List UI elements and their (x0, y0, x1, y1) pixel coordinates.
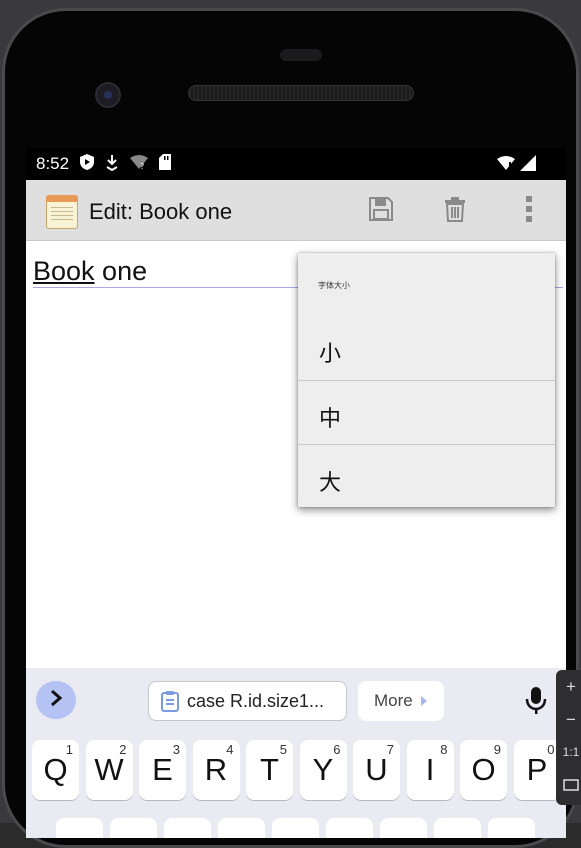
key-t[interactable]: T5 (246, 740, 293, 800)
key-i[interactable]: I8 (406, 740, 454, 800)
key-letter: W (94, 752, 124, 787)
expand-toolbar-button[interactable] (36, 681, 76, 719)
key-letter: U (365, 752, 388, 787)
trash-icon (443, 196, 467, 227)
menu-item-small[interactable]: 小 (298, 316, 555, 380)
menu-title: 字体大小 (318, 281, 350, 290)
key-letter: T (260, 752, 279, 787)
save-button[interactable] (364, 194, 398, 228)
key-hint: 9 (493, 742, 501, 757)
key-d[interactable] (164, 818, 211, 838)
note-text-underlined: Book (33, 256, 95, 286)
key-o[interactable]: O9 (460, 740, 507, 800)
font-size-menu: 字体大小 小 中 大 (298, 253, 555, 507)
chevron-right-icon (49, 689, 63, 712)
key-letter: E (152, 752, 173, 787)
key-y[interactable]: Y6 (299, 740, 347, 800)
shield-play-icon (79, 153, 95, 176)
clipboard-suggestion-chip[interactable]: case R.id.size1... (148, 681, 347, 721)
status-bar: 8:52 ? (26, 148, 566, 180)
key-j[interactable] (380, 818, 427, 838)
notepad-app-icon (46, 195, 78, 229)
key-letter: P (526, 752, 548, 787)
more-chip-label: More (374, 691, 413, 710)
triangle-right-icon (420, 696, 427, 706)
fit-screen-button[interactable] (556, 769, 581, 802)
actual-size-button[interactable]: 1:1 (556, 736, 581, 769)
key-hint: 8 (440, 742, 448, 757)
note-text-rest: one (94, 256, 148, 286)
clipboard-chip-text: case R.id.size1... (187, 690, 325, 711)
clipboard-icon (161, 690, 179, 712)
key-e[interactable]: E3 (139, 740, 186, 800)
menu-item-label: 小 (319, 341, 342, 366)
key-hint: 0 (547, 742, 555, 757)
key-letter: Q (43, 752, 68, 787)
key-hint: 6 (333, 742, 341, 757)
status-right-icons (496, 155, 536, 176)
key-hint: 3 (172, 742, 180, 757)
suggestion-strip: case R.id.size1... More (26, 668, 566, 730)
key-k[interactable] (434, 818, 481, 838)
sd-card-icon (159, 153, 172, 175)
menu-item-large[interactable]: 大 (298, 444, 555, 508)
menu-item-label: 中 (319, 406, 342, 431)
key-letter: Y (312, 752, 334, 787)
zoom-out-button[interactable]: − (556, 703, 581, 736)
microphone-icon (524, 687, 548, 720)
menu-item-label: 大 (319, 470, 342, 495)
emulator-side-panel: + − 1:1 (556, 670, 581, 805)
fit-screen-icon (563, 776, 579, 795)
soft-keyboard: case R.id.size1... More Q1W2E3R4T5Y6U7I8… (26, 668, 566, 838)
device-screen: 8:52 ? Edit: Book one Book one 字体大小 小 中 … (26, 148, 566, 838)
menu-item-medium[interactable]: 中 (298, 380, 555, 444)
app-bar: Edit: Book one (26, 180, 566, 241)
key-h[interactable] (326, 818, 373, 838)
key-s[interactable] (110, 818, 157, 838)
key-a[interactable] (56, 818, 103, 838)
more-vert-icon (525, 195, 533, 228)
status-time: 8:52 (36, 154, 70, 173)
key-l[interactable] (488, 818, 535, 838)
key-f[interactable] (218, 818, 265, 838)
signal-icon (520, 155, 536, 176)
note-text[interactable]: Book one (33, 256, 147, 287)
key-q[interactable]: Q1 (32, 740, 79, 800)
key-r[interactable]: R4 (192, 740, 240, 800)
key-hint: 2 (119, 742, 127, 757)
wifi-unknown-icon: ? (129, 154, 149, 175)
key-letter: I (425, 752, 435, 787)
key-hint: 7 (386, 742, 394, 757)
key-letter: O (471, 752, 496, 787)
svg-text:?: ? (140, 162, 144, 170)
front-camera (95, 82, 121, 108)
download-icon (105, 153, 119, 176)
floppy-disk-icon (368, 196, 394, 227)
wifi-icon (496, 155, 516, 176)
zoom-in-button[interactable]: + (556, 670, 581, 703)
overflow-menu-button[interactable] (512, 194, 546, 228)
key-letter: R (204, 752, 228, 787)
microphone-button[interactable] (524, 686, 548, 716)
top-notch (280, 49, 322, 61)
key-hint: 1 (65, 742, 73, 757)
key-w[interactable]: W2 (85, 740, 133, 800)
delete-button[interactable] (438, 194, 472, 228)
key-u[interactable]: U7 (353, 740, 400, 800)
key-hint: 5 (279, 742, 287, 757)
page-title: Edit: Book one (89, 199, 233, 224)
key-hint: 4 (226, 742, 234, 757)
more-chip[interactable]: More (358, 681, 444, 721)
key-p[interactable]: P0 (513, 740, 561, 800)
earpiece-speaker (188, 85, 414, 101)
key-g[interactable] (272, 818, 319, 838)
